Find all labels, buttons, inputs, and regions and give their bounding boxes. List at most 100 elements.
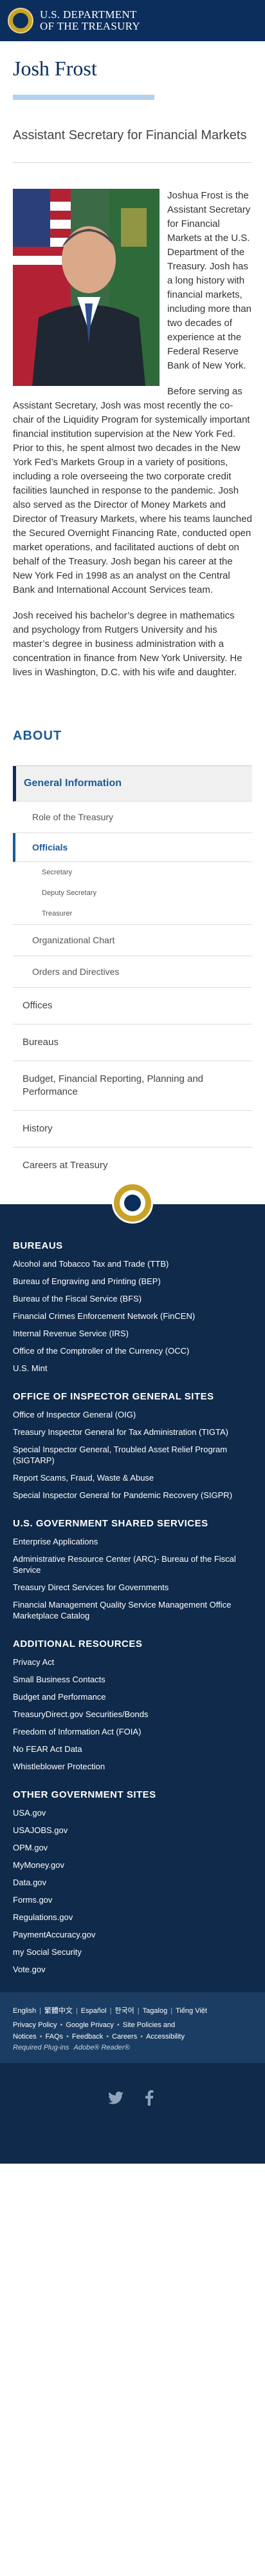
footer-link[interactable]: Vote.gov: [13, 1961, 252, 1978]
footer-link[interactable]: Bureau of Engraving and Printing (BEP): [13, 1273, 252, 1290]
footer-link[interactable]: U.S. Mint: [13, 1360, 252, 1377]
legal-link[interactable]: Google Privacy: [66, 2021, 114, 2029]
footer-link[interactable]: Treasury Direct Services for Governments: [13, 1579, 252, 1596]
footer-link[interactable]: USA.gov: [13, 1804, 252, 1821]
footer-link[interactable]: Bureau of the Fiscal Service (BFS): [13, 1290, 252, 1307]
footer-section: U.S. GOVERNMENT SHARED SERVICES Enterpris…: [13, 1518, 252, 1624]
footer-link[interactable]: Special Inspector General for Pandemic R…: [13, 1486, 252, 1504]
nav-orders-directives[interactable]: Orders and Directives: [13, 956, 252, 988]
footer-link[interactable]: Data.gov: [13, 1874, 252, 1891]
separator: •: [60, 2021, 63, 2029]
separator: •: [140, 2033, 143, 2041]
footer-section: OTHER GOVERNMENT SITES USA.gov USAJOBS.gov…: [13, 1789, 252, 1978]
language-link[interactable]: Tiếng Việt: [176, 2007, 207, 2015]
site-footer: BUREAUS Alcohol and Tobacco Tax and Trade…: [0, 1182, 265, 2164]
footer-link[interactable]: Report Scams, Fraud, Waste & Abuse: [13, 1469, 252, 1486]
separator: |: [39, 2007, 41, 2015]
footer-link[interactable]: Financial Management Quality Service Man…: [13, 1596, 252, 1624]
adobe-reader-link[interactable]: Adobe® Reader®: [74, 2044, 130, 2052]
footer-link[interactable]: Regulations.gov: [13, 1908, 252, 1926]
footer-link[interactable]: my Social Security: [13, 1943, 252, 1961]
legal-link[interactable]: Privacy Policy: [13, 2021, 57, 2029]
footer-link[interactable]: No FEAR Act Data: [13, 1740, 252, 1758]
footer-link[interactable]: Special Inspector General, Troubled Asse…: [13, 1441, 252, 1469]
footer-link[interactable]: Small Business Contacts: [13, 1671, 252, 1688]
twitter-icon[interactable]: [107, 2090, 124, 2106]
nav-history[interactable]: History: [13, 1111, 252, 1148]
nav-careers[interactable]: Careers at Treasury: [13, 1148, 252, 1184]
footer-link[interactable]: Treasury Inspector General for Tax Admin…: [13, 1423, 252, 1441]
footer-section: ADDITIONAL RESOURCES Privacy Act Small Bus…: [13, 1639, 252, 1775]
footer-link[interactable]: Internal Revenue Service (IRS): [13, 1325, 252, 1342]
footer-link[interactable]: Privacy Act: [13, 1653, 252, 1671]
separator: •: [39, 2033, 42, 2041]
separator: |: [137, 2007, 140, 2015]
footer-link[interactable]: MyMoney.gov: [13, 1856, 252, 1874]
separator: •: [106, 2033, 109, 2041]
footer-link[interactable]: Office of Inspector General (OIG): [13, 1406, 252, 1423]
footer-link[interactable]: Freedom of Information Act (FOIA): [13, 1723, 252, 1740]
footer-link[interactable]: OPM.gov: [13, 1839, 252, 1856]
footer-section-heading: OTHER GOVERNMENT SITES: [13, 1789, 156, 1800]
footer-link[interactable]: Whistleblower Protection: [13, 1758, 252, 1775]
about-sidenav: General Information Role of the Treasury…: [13, 765, 252, 1184]
nav-officials[interactable]: Officials: [13, 833, 252, 862]
nav-general-information[interactable]: General Information: [13, 766, 252, 802]
legal-link[interactable]: Careers: [112, 2033, 137, 2041]
nav-secretary[interactable]: Secretary: [13, 862, 252, 883]
footer-section-heading: U.S. GOVERNMENT SHARED SERVICES: [13, 1518, 208, 1529]
about-heading: ABOUT: [13, 729, 62, 743]
nav-organizational-chart[interactable]: Organizational Chart: [13, 925, 252, 956]
separator: |: [170, 2007, 173, 2015]
language-link[interactable]: Tagalog: [143, 2007, 168, 2015]
legal-links: Privacy Policy • Google Privacy • Site Polic…: [13, 2019, 252, 2043]
footer-link[interactable]: Financial Crimes Enforcement Network (Fi…: [13, 1307, 252, 1325]
footer-section-heading: BUREAUS: [13, 1240, 63, 1251]
portrait-photo: [13, 189, 160, 386]
treasury-seal-logo[interactable]: [8, 8, 33, 34]
footer-spacer: [0, 2133, 265, 2164]
language-link[interactable]: Español: [81, 2007, 107, 2015]
separator: •: [116, 2021, 120, 2029]
separator: |: [75, 2007, 78, 2015]
footer-section-heading: OFFICE OF INSPECTOR GENERAL SITES: [13, 1391, 214, 1402]
divider: [13, 162, 252, 163]
nav-budget[interactable]: Budget, Financial Reporting, Planning an…: [13, 1061, 252, 1111]
legal-link[interactable]: Feedback: [72, 2033, 103, 2041]
biography: Joshua Frost is the Assistant Secretary …: [13, 189, 252, 691]
page-title: Josh Frost: [13, 57, 97, 80]
language-link[interactable]: 한국어: [114, 2007, 134, 2015]
nav-role-of-treasury[interactable]: Role of the Treasury: [13, 802, 252, 833]
footer-link[interactable]: TreasuryDirect.gov Securities/Bonds: [13, 1706, 252, 1723]
language-link[interactable]: 繁體中文: [44, 2007, 73, 2015]
language-link[interactable]: English: [13, 2007, 36, 2015]
footer-link[interactable]: Forms.gov: [13, 1891, 252, 1908]
footer-link[interactable]: USAJOBS.gov: [13, 1821, 252, 1839]
bio-paragraph-3: Josh received his bachelor’s degree in m…: [13, 610, 242, 678]
legal-link[interactable]: FAQs: [46, 2033, 64, 2041]
legal-link[interactable]: Accessibility: [146, 2033, 185, 2041]
nav-deputy-secretary[interactable]: Deputy Secretary: [13, 883, 252, 903]
nav-offices[interactable]: Offices: [13, 988, 252, 1024]
facebook-icon[interactable]: [141, 2090, 158, 2106]
brand-line-2: OF THE TREASURY: [40, 20, 140, 32]
main-content: Josh Frost Assistant Secretary for Finan…: [0, 57, 265, 1184]
nav-treasurer[interactable]: Treasurer: [13, 903, 252, 925]
footer-link[interactable]: PaymentAccuracy.gov: [13, 1926, 252, 1943]
site-brand[interactable]: U.S. DEPARTMENT OF THE TREASURY: [40, 9, 140, 32]
language-links: English | 繁體中文 | Español | 한국어 | Tagalog | Tiếng V…: [13, 2005, 252, 2017]
footer-link[interactable]: Administrative Resource Center (ARC)- Bu…: [13, 1550, 252, 1579]
nav-bureaus[interactable]: Bureaus: [13, 1024, 252, 1061]
footer-link-sections: BUREAUS Alcohol and Tobacco Tax and Trade…: [0, 1224, 265, 1978]
footer-link[interactable]: Budget and Performance: [13, 1688, 252, 1706]
about-section: ABOUT General Information Role of the Tr…: [13, 729, 252, 1184]
site-header: U.S. DEPARTMENT OF THE TREASURY: [0, 0, 265, 41]
footer-link[interactable]: Enterprise Applications: [13, 1533, 252, 1550]
footer-link[interactable]: Office of the Comptroller of the Currenc…: [13, 1342, 252, 1360]
page-subtitle: Assistant Secretary for Financial Market…: [13, 128, 247, 142]
treasury-seal-icon: [112, 1182, 153, 1224]
title-underline: [13, 95, 154, 100]
footer-link[interactable]: Alcohol and Tobacco Tax and Trade (TTB): [13, 1255, 252, 1273]
brand-line-1: U.S. DEPARTMENT: [40, 8, 137, 21]
required-plugins-label: Required Plug-ins: [13, 2044, 69, 2052]
